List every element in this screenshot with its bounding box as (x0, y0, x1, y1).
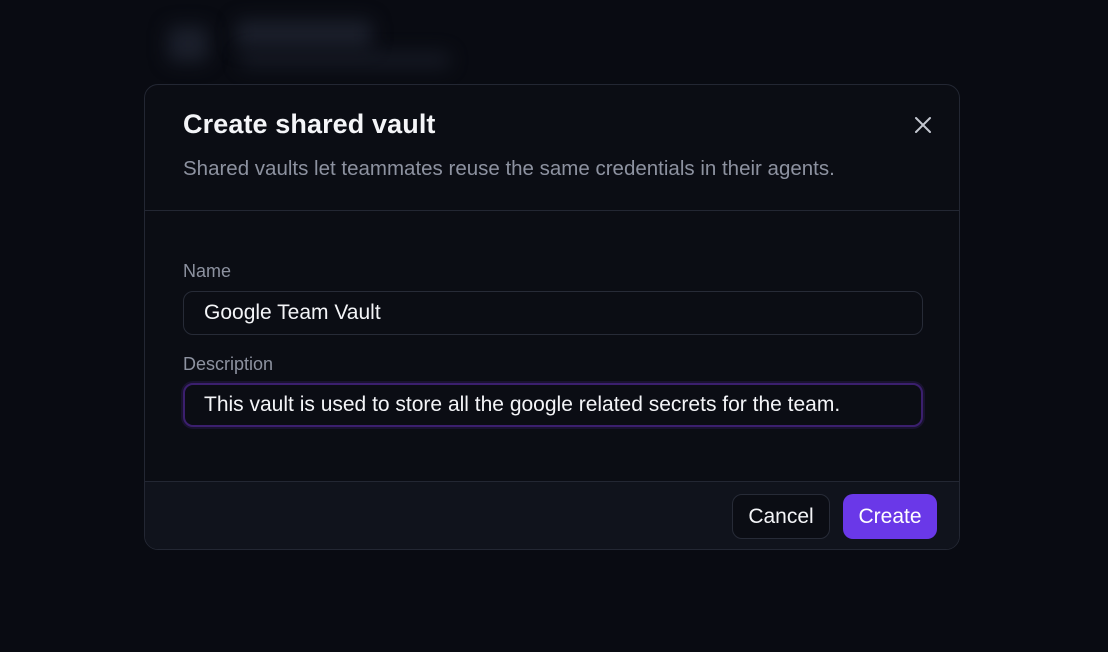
dialog-subtitle: Shared vaults let teammates reuse the sa… (183, 157, 835, 180)
blurred-background-icon (168, 26, 208, 62)
blurred-background-text (240, 52, 450, 68)
description-input[interactable] (183, 383, 923, 427)
dialog-header: Create shared vault Shared vaults let te… (145, 85, 959, 211)
dialog-body: Name Description (145, 211, 959, 481)
dialog-title: Create shared vault (183, 109, 436, 139)
blurred-background-heading (236, 20, 372, 48)
close-button[interactable] (909, 111, 937, 139)
name-input[interactable] (183, 291, 923, 335)
name-label: Name (183, 261, 232, 281)
description-label: Description (183, 354, 274, 374)
dialog-footer: Cancel Create (145, 481, 959, 549)
close-icon (915, 117, 931, 133)
cancel-button[interactable]: Cancel (732, 494, 830, 539)
create-button[interactable]: Create (843, 494, 937, 539)
create-shared-vault-dialog: Create shared vault Shared vaults let te… (144, 84, 960, 550)
